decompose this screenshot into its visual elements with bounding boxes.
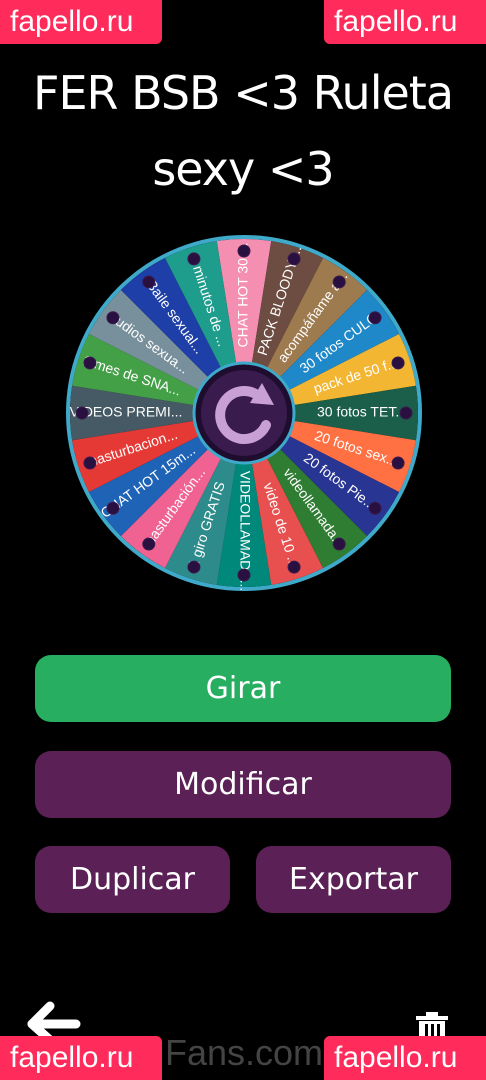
wheel-peg	[332, 537, 346, 551]
wheel-peg	[368, 311, 382, 325]
wheel-peg	[287, 252, 301, 266]
watermark-top-left: fapello.ru	[0, 0, 162, 44]
refresh-icon[interactable]	[192, 361, 296, 465]
wheel-peg	[83, 356, 97, 370]
back-arrow-icon[interactable]	[24, 1000, 84, 1040]
wheel-peg	[142, 537, 156, 551]
roulette-wheel[interactable]: CHAT HOT 30 ... PACK BLOODY ...acompáñame…	[66, 235, 422, 591]
wheel-peg	[142, 275, 156, 289]
footer-watermark: Fans.com	[165, 1032, 324, 1073]
wheel-peg	[187, 560, 201, 574]
wheel-peg	[187, 252, 201, 266]
wheel-peg	[237, 568, 251, 582]
wheel-peg	[391, 456, 405, 470]
edit-button[interactable]: Modificar	[35, 751, 451, 818]
wheel-peg	[332, 275, 346, 289]
wheel-peg	[106, 501, 120, 515]
wheel-segment-label: CHAT HOT 30 ...	[235, 242, 251, 347]
watermark-top-right: fapello.ru	[324, 0, 486, 44]
wheel-peg	[75, 406, 89, 420]
watermark-bottom-right: fapello.ru	[324, 1036, 486, 1080]
wheel-peg	[106, 311, 120, 325]
watermark-bottom-left: fapello.ru	[0, 1036, 162, 1080]
duplicate-button[interactable]: Duplicar	[35, 846, 230, 913]
wheel-peg	[399, 406, 413, 420]
wheel-peg	[83, 456, 97, 470]
wheel-segment-label: 30 fotos TET...	[317, 404, 407, 420]
spin-button[interactable]: Girar	[35, 655, 451, 722]
wheel-peg	[391, 356, 405, 370]
wheel-peg	[287, 560, 301, 574]
page-title: FER BSB <3 Ruleta sexy <3	[32, 66, 454, 196]
wheel-peg	[368, 501, 382, 515]
wheel-peg	[237, 244, 251, 258]
export-button[interactable]: Exportar	[256, 846, 451, 913]
